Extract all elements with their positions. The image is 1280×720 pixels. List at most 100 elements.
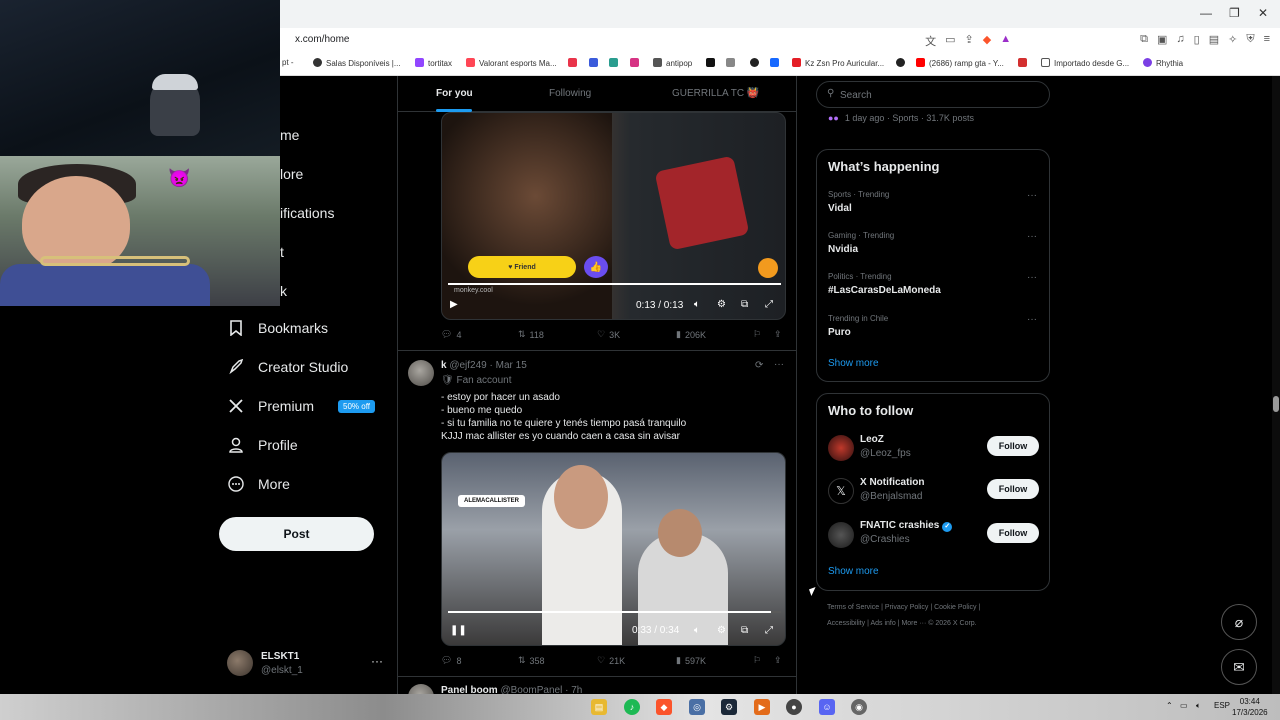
bookmark-favicon-icon[interactable] — [609, 58, 622, 68]
settings-gear-icon[interactable]: ⚙ — [717, 625, 726, 636]
tab-following[interactable]: Following — [549, 88, 591, 99]
like-button[interactable]: ♡ 3K — [597, 329, 620, 340]
bookmark-item[interactable]: pt - — [282, 58, 294, 67]
url-text[interactable]: x.com/home — [295, 34, 349, 45]
video-progress-bar[interactable] — [448, 283, 781, 285]
show-more-link[interactable]: Show more — [828, 566, 879, 577]
share-button[interactable]: ⇪ — [774, 329, 782, 340]
more-dots-icon[interactable]: ··· — [1027, 231, 1037, 242]
obs-icon[interactable]: ● — [786, 699, 802, 715]
menu-icon[interactable]: ≡ — [1264, 33, 1270, 49]
sidebar-icon[interactable]: ▯ — [1194, 33, 1200, 49]
video-player[interactable]: ALEMACALLISTER ❚❚ 0:33 / 0:34 🔈︎ ⚙ ⧉ ⤢ — [441, 452, 786, 646]
show-more-link[interactable]: Show more — [828, 358, 879, 369]
more-dots-icon[interactable]: ··· — [1027, 190, 1037, 201]
app-icon[interactable]: ▶ — [754, 699, 770, 715]
bookmark-item[interactable]: antipop — [653, 58, 692, 68]
trend-name[interactable]: #LasCarasDeLaMoneda — [828, 285, 941, 296]
trend-name[interactable]: Vidal — [828, 203, 852, 214]
bookmark-favicon-icon[interactable] — [770, 58, 783, 68]
tweet-author-name[interactable]: k — [441, 360, 447, 371]
tabs-icon[interactable]: ▣ — [1157, 33, 1167, 49]
extensions-icon[interactable]: ⧉ — [1140, 33, 1148, 49]
trend-name[interactable]: Puro — [828, 327, 851, 338]
account-switcher[interactable]: ELSKT1 @elskt_1 ··· — [227, 648, 387, 680]
more-dots-icon[interactable]: ··· — [371, 654, 383, 668]
wallet-icon[interactable]: ▤ — [1209, 33, 1219, 49]
tab-for-you[interactable]: For you — [436, 88, 473, 99]
app-icon[interactable]: ◎ — [689, 699, 705, 715]
nav-bookmarks[interactable]: Bookmarks — [228, 320, 328, 336]
nav-home-label[interactable]: me — [280, 127, 299, 143]
messages-icon[interactable]: ✉ — [1221, 649, 1257, 685]
search-input[interactable]: ⚲ Search — [816, 81, 1050, 108]
suggestion-name-row[interactable]: FNATIC crashies ✓ — [860, 520, 953, 532]
bookmark-item[interactable]: tortitax — [415, 58, 452, 68]
steam-icon[interactable]: ⚙ — [721, 699, 737, 715]
suggestion-name[interactable]: X Notification — [860, 477, 924, 488]
bookmark-folder[interactable]: Importado desde G... — [1041, 58, 1129, 68]
share-button[interactable]: ⇪ — [774, 655, 782, 666]
scrollbar[interactable] — [1272, 76, 1280, 694]
bookmark-favicon-icon[interactable] — [568, 58, 581, 68]
music-icon[interactable]: ♫ — [1176, 33, 1184, 49]
bookmark-favicon-icon[interactable] — [726, 58, 739, 68]
reply-button[interactable]: 💬︎ 4 — [441, 329, 461, 340]
more-dots-icon[interactable]: ··· — [1027, 272, 1037, 283]
like-button[interactable]: ♡ 21K — [597, 655, 625, 666]
app-icon[interactable]: ◉ — [851, 699, 867, 715]
bookmark-favicon-icon[interactable] — [630, 58, 643, 68]
footer-links[interactable]: Terms of Service | Privacy Policy | Cook… — [827, 604, 980, 611]
fullscreen-icon[interactable]: ⤢ — [765, 299, 773, 310]
bookmark-favicon-icon[interactable] — [1018, 58, 1031, 68]
volume-icon[interactable]: 🔈︎ — [1196, 701, 1201, 711]
taskbar-clock[interactable]: 03:44 17/3/2026 — [1232, 696, 1268, 718]
network-icon[interactable]: ▭ — [1180, 701, 1188, 710]
more-dots-icon[interactable]: ··· — [774, 359, 784, 370]
footer-links[interactable]: Accessibility | Ads info | More ··· © 20… — [827, 620, 977, 627]
scrollbar-thumb[interactable] — [1273, 396, 1279, 412]
bookmark-button[interactable]: ⚐ — [753, 329, 761, 340]
follow-button[interactable]: Follow — [987, 523, 1039, 543]
bookmark-favicon-icon[interactable] — [589, 58, 602, 68]
follow-button[interactable]: Follow — [987, 436, 1039, 456]
play-icon[interactable]: ▶ — [450, 299, 458, 310]
spotify-icon[interactable]: ♪ — [624, 699, 640, 715]
video-player[interactable]: ♥ Friend 👍 monkey.cool ▶ 0:13 / 0:13 🔈︎ … — [441, 112, 786, 320]
video-progress-bar[interactable] — [448, 611, 781, 613]
grok-icon[interactable]: ⌀ — [1221, 604, 1257, 640]
nav-chat-label[interactable]: t — [280, 244, 284, 260]
post-button[interactable]: Post — [219, 517, 374, 551]
discord-icon[interactable]: ☺ — [819, 699, 835, 715]
pip-icon[interactable]: ⧉ — [741, 625, 748, 636]
repost-button[interactable]: ⇅ 358 — [518, 655, 545, 666]
bookmark-favicon-icon[interactable] — [896, 58, 909, 68]
restore-icon[interactable]: ❐ — [1229, 6, 1240, 20]
minimize-icon[interactable]: — — [1200, 6, 1212, 20]
trend-item[interactable]: ●● 1 day ago · Sports · 31.7K posts — [828, 113, 974, 123]
settings-gear-icon[interactable]: ⚙ — [717, 299, 726, 310]
file-explorer-icon[interactable]: ▤ — [591, 699, 607, 715]
bookmark-item[interactable]: (2686) ramp gta - Y... — [916, 58, 1004, 68]
bookmark-item[interactable]: Valorant esports Ma... — [466, 58, 557, 68]
bookmark-item[interactable]: Salas Disponíveis |... — [313, 58, 401, 68]
tray-chevron-icon[interactable]: ⌃ — [1166, 701, 1173, 710]
suggestion-name[interactable]: LeoZ — [860, 434, 884, 445]
leo-icon[interactable]: ✧ — [1228, 33, 1237, 49]
x-logo-icon[interactable]: 𝕏 — [828, 478, 854, 504]
pip-icon[interactable]: ⧉ — [741, 299, 748, 310]
views-button[interactable]: ▮ 206K — [676, 329, 706, 340]
bookmark-favicon-icon[interactable] — [706, 58, 719, 68]
language-indicator[interactable]: ESP — [1214, 701, 1230, 710]
brave-icon[interactable]: ◆ — [656, 699, 672, 715]
translate-icon[interactable]: 文 — [925, 33, 936, 49]
nav-grok-label[interactable]: k — [280, 283, 287, 299]
bookmark-favicon-icon[interactable] — [750, 58, 763, 68]
tab-guerrilla-tc[interactable]: GUERRILLA TC 👹 — [672, 88, 759, 99]
screen-icon[interactable]: ▭ — [945, 33, 955, 49]
avatar[interactable] — [828, 435, 854, 461]
trend-name[interactable]: Nvidia — [828, 244, 858, 255]
nav-more[interactable]: More — [228, 476, 290, 492]
pause-icon[interactable]: ❚❚ — [450, 625, 467, 636]
nav-premium[interactable]: Premium 50% off — [228, 398, 375, 414]
